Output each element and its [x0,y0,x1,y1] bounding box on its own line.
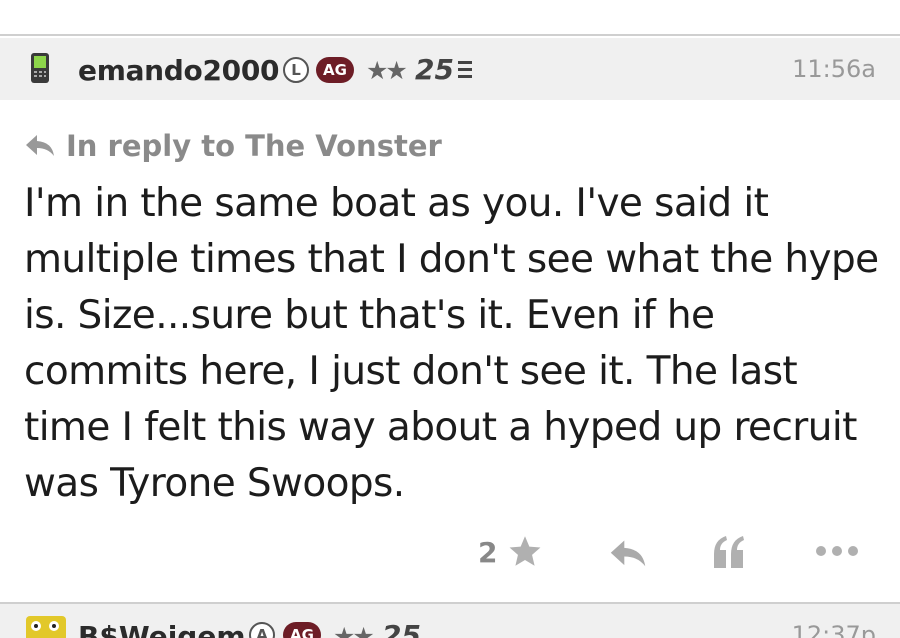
count-bars-icon [458,61,472,78]
rank-stars: ★★ [366,56,408,85]
star-icon[interactable] [506,534,544,570]
next-username[interactable]: B$Weigem [78,620,246,638]
badge-ag: AG [316,57,354,83]
quote-icon[interactable] [710,534,748,570]
next-post-count: 25 [382,619,421,638]
next-post-time: 12:37p [791,621,876,638]
reply-arrow-icon [26,135,54,156]
avatar [26,616,66,638]
next-post-header: B$Weigem A AG ★★ 25 12:37p [0,604,900,638]
post-body: I'm in the same boat as you. I've said i… [24,181,879,506]
next-rank-stars: ★★ [333,622,375,638]
badge-l: L [283,57,309,83]
more-dots-icon[interactable] [814,544,860,558]
post-time: 11:56a [792,55,876,83]
post-actions: 2 [0,530,900,578]
previous-post-edge [0,0,900,36]
next-badge-ag: AG [283,622,321,638]
like-count: 2 [478,536,498,569]
reply-reference[interactable]: In reply to The Vonster [24,126,442,166]
post-count: 25 [415,53,454,86]
next-badge-a: A [249,622,275,638]
reply-button[interactable] [608,538,648,570]
username[interactable]: emando2000 [78,54,280,87]
post-header: emando2000 L AG ★★ 25 11:56a [0,38,900,100]
reply-to-label: In reply to The Vonster [66,129,442,163]
previous-post-icons-fragment [505,0,635,6]
phone-icon [31,53,49,83]
